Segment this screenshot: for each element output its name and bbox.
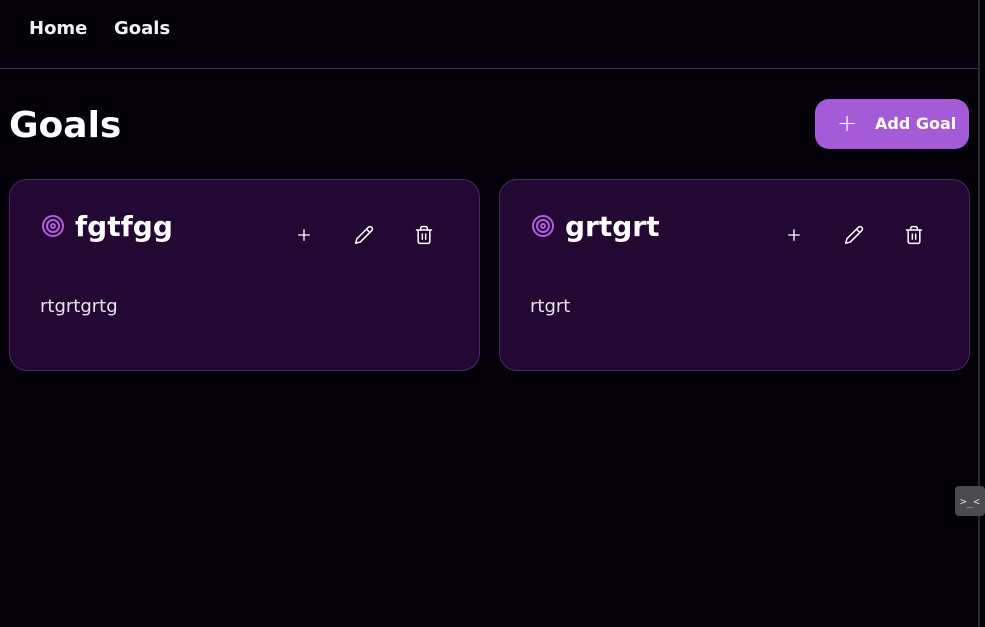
- pencil-icon: [354, 225, 374, 245]
- goal-description: rtgrt: [530, 296, 571, 317]
- delete-goal-button[interactable]: [903, 224, 925, 246]
- trash-icon: [415, 225, 433, 245]
- goal-description: rtgrtgrtg: [40, 296, 118, 317]
- plus-icon: [298, 229, 310, 241]
- goal-title: fgtfgg: [75, 210, 173, 243]
- add-subgoal-button[interactable]: [783, 224, 805, 246]
- delete-goal-button[interactable]: [413, 224, 435, 246]
- edit-goal-button[interactable]: [843, 224, 865, 246]
- plus-icon: [788, 229, 800, 241]
- add-goal-button-label: Add Goal: [875, 114, 957, 133]
- devtools-toggle-button[interactable]: >_<: [955, 486, 985, 516]
- goal-card: grtgrt rtgrt: [499, 179, 970, 371]
- target-icon: [531, 214, 555, 238]
- trash-icon: [905, 225, 923, 245]
- edit-goal-button[interactable]: [353, 224, 375, 246]
- nav-link-goals[interactable]: Goals: [114, 18, 170, 40]
- target-icon: [41, 214, 65, 238]
- page-title: Goals: [9, 105, 122, 146]
- plus-icon: +: [837, 109, 858, 137]
- add-goal-button[interactable]: + Add Goal: [815, 99, 969, 149]
- pencil-icon: [844, 225, 864, 245]
- top-navbar: Home Goals: [0, 0, 978, 69]
- nav-link-home[interactable]: Home: [29, 18, 87, 40]
- add-subgoal-button[interactable]: [293, 224, 315, 246]
- page: Home Goals Goals + Add Goal fgtfgg rtgrt…: [0, 0, 985, 627]
- scrollbar[interactable]: [978, 0, 980, 627]
- goal-card: fgtfgg rtgrtgrtg: [9, 179, 480, 371]
- goal-title: grtgrt: [565, 210, 660, 243]
